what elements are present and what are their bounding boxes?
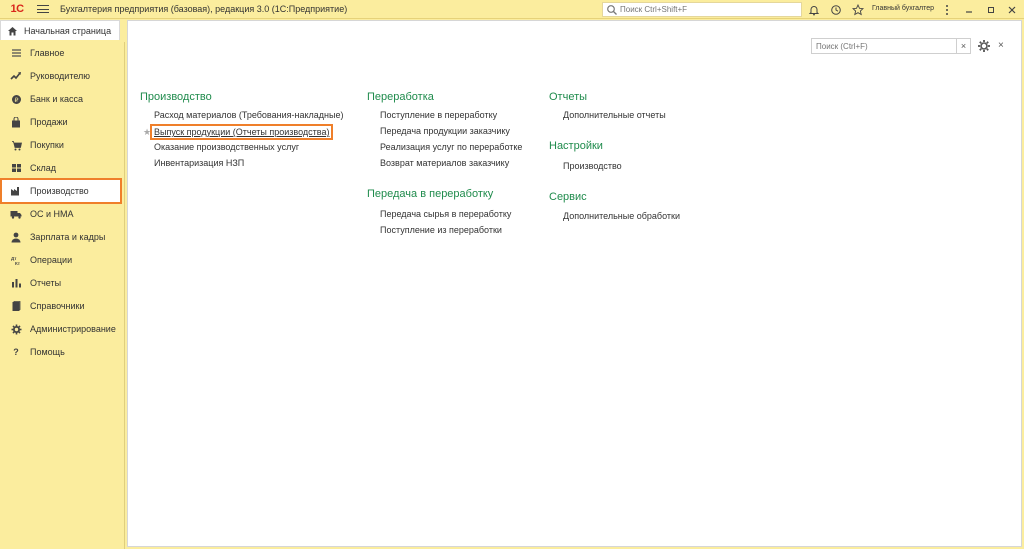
sidebar-item-label: Производство [30, 186, 89, 196]
bar-chart-icon [10, 277, 22, 289]
sidebar: Главное Руководителю ₽ Банк и касса Прод… [0, 42, 125, 549]
sidebar-item-label: Покупки [30, 140, 64, 150]
sidebar-item-label: Продажи [30, 117, 68, 127]
sidebar-item-manager[interactable]: Руководителю [0, 65, 124, 87]
maximize-icon[interactable] [984, 3, 998, 16]
global-search-input[interactable] [620, 5, 790, 14]
bell-icon[interactable] [807, 3, 821, 16]
link-receipt-for-processing[interactable]: Поступление в переработку [380, 110, 497, 120]
link-production-services[interactable]: Оказание производственных услуг [154, 142, 299, 152]
close-window-icon[interactable] [1005, 3, 1019, 16]
link-additional-processing[interactable]: Дополнительные обработки [563, 211, 680, 221]
link-production-output[interactable]: Выпуск продукции (Отчеты производства) [150, 124, 334, 140]
sidebar-item-label: ОС и НМА [30, 209, 74, 219]
sidebar-item-label: Руководителю [30, 71, 91, 81]
minimize-icon[interactable] [962, 3, 976, 16]
section-title-processing: Переработка [367, 91, 434, 103]
sidebar-item-label: Операции [30, 255, 73, 265]
section-title-reports: Отчеты [549, 91, 588, 103]
sidebar-item-label: Банк и касса [30, 94, 83, 104]
warehouse-icon [10, 162, 22, 174]
link-transfer-raw-materials[interactable]: Передача сырья в переработку [380, 209, 511, 219]
list-icon [10, 47, 22, 59]
link-settings-production[interactable]: Производство [563, 161, 622, 171]
home-icon [7, 26, 18, 36]
link-return-materials[interactable]: Возврат материалов заказчику [380, 158, 509, 168]
title-bar: 1С Бухгалтерия предприятия (базовая), ре… [0, 0, 1024, 19]
link-additional-reports[interactable]: Дополнительные отчеты [563, 110, 666, 120]
sidebar-item-warehouse[interactable]: Склад [0, 157, 124, 179]
bag-icon [10, 116, 22, 128]
sidebar-item-sales[interactable]: Продажи [0, 111, 124, 133]
sidebar-item-catalogs[interactable]: Справочники [0, 295, 124, 317]
user-name[interactable]: Главный бухгалтер [872, 5, 934, 12]
sidebar-item-label: Зарплата и кадры [30, 232, 106, 242]
tab-home[interactable]: Начальная страница [0, 20, 120, 40]
panel-search[interactable]: × [811, 38, 971, 54]
sidebar-item-label: Администрирование [30, 324, 116, 334]
sidebar-item-production[interactable]: Производство [0, 178, 122, 204]
help-icon: ? [13, 347, 19, 357]
sidebar-item-bank[interactable]: ₽ Банк и касса [0, 88, 124, 110]
global-search[interactable] [602, 2, 802, 17]
clear-search-button[interactable]: × [956, 39, 970, 53]
sidebar-item-main[interactable]: Главное [0, 42, 124, 64]
link-wip-inventory[interactable]: Инвентаризация НЗП [154, 158, 244, 168]
search-icon [606, 4, 618, 16]
section-title-settings: Настройки [549, 140, 603, 152]
logo: 1С [10, 3, 24, 15]
main-panel: × × Производство Расход материалов (Треб… [127, 20, 1022, 547]
book-icon [10, 300, 22, 312]
sidebar-item-help[interactable]: ? Помощь [0, 341, 124, 363]
link-transfer-to-customer[interactable]: Передача продукции заказчику [380, 126, 510, 136]
person-icon [10, 231, 22, 243]
svg-text:Кт: Кт [15, 261, 21, 266]
app-title: Бухгалтерия предприятия (базовая), редак… [60, 4, 348, 14]
sidebar-item-admin[interactable]: Администрирование [0, 318, 124, 340]
factory-icon [10, 185, 22, 197]
sidebar-item-label: Помощь [30, 347, 65, 357]
sidebar-item-salary[interactable]: Зарплата и кадры [0, 226, 124, 248]
sidebar-item-label: Отчеты [30, 278, 62, 288]
sidebar-item-label: Справочники [30, 301, 85, 311]
sidebar-item-reports[interactable]: Отчеты [0, 272, 124, 294]
trend-icon [10, 70, 22, 82]
cart-icon [10, 139, 22, 151]
close-panel-button[interactable]: × [998, 40, 1004, 51]
link-material-consumption[interactable]: Расход материалов (Требования-накладные) [154, 110, 343, 120]
sidebar-item-fixed-assets[interactable]: ОС и НМА [0, 203, 124, 225]
operations-icon: Дт Кт [10, 254, 22, 266]
gear-icon [10, 323, 22, 335]
truck-icon [10, 208, 22, 220]
sidebar-item-label: Главное [30, 48, 65, 58]
settings-gear-icon[interactable] [977, 39, 991, 53]
history-icon[interactable] [829, 3, 843, 16]
panel-search-input[interactable] [816, 41, 956, 51]
main-menu-button[interactable] [36, 3, 50, 15]
link-processing-services[interactable]: Реализация услуг по переработке [380, 142, 522, 152]
coins-icon: ₽ [10, 93, 22, 105]
sidebar-item-operations[interactable]: Дт Кт Операции [0, 249, 124, 271]
sidebar-item-purchases[interactable]: Покупки [0, 134, 124, 156]
tab-home-label: Начальная страница [24, 25, 112, 36]
section-title-service: Сервис [549, 191, 587, 203]
section-title-production: Производство [140, 91, 212, 103]
link-receipt-from-processing[interactable]: Поступление из переработки [380, 225, 502, 235]
svg-text:₽: ₽ [14, 97, 18, 104]
more-icon[interactable] [940, 3, 954, 16]
sidebar-item-label: Склад [30, 163, 57, 173]
favorites-icon[interactable] [851, 3, 865, 16]
section-title-transfer: Передача в переработку [367, 188, 494, 200]
